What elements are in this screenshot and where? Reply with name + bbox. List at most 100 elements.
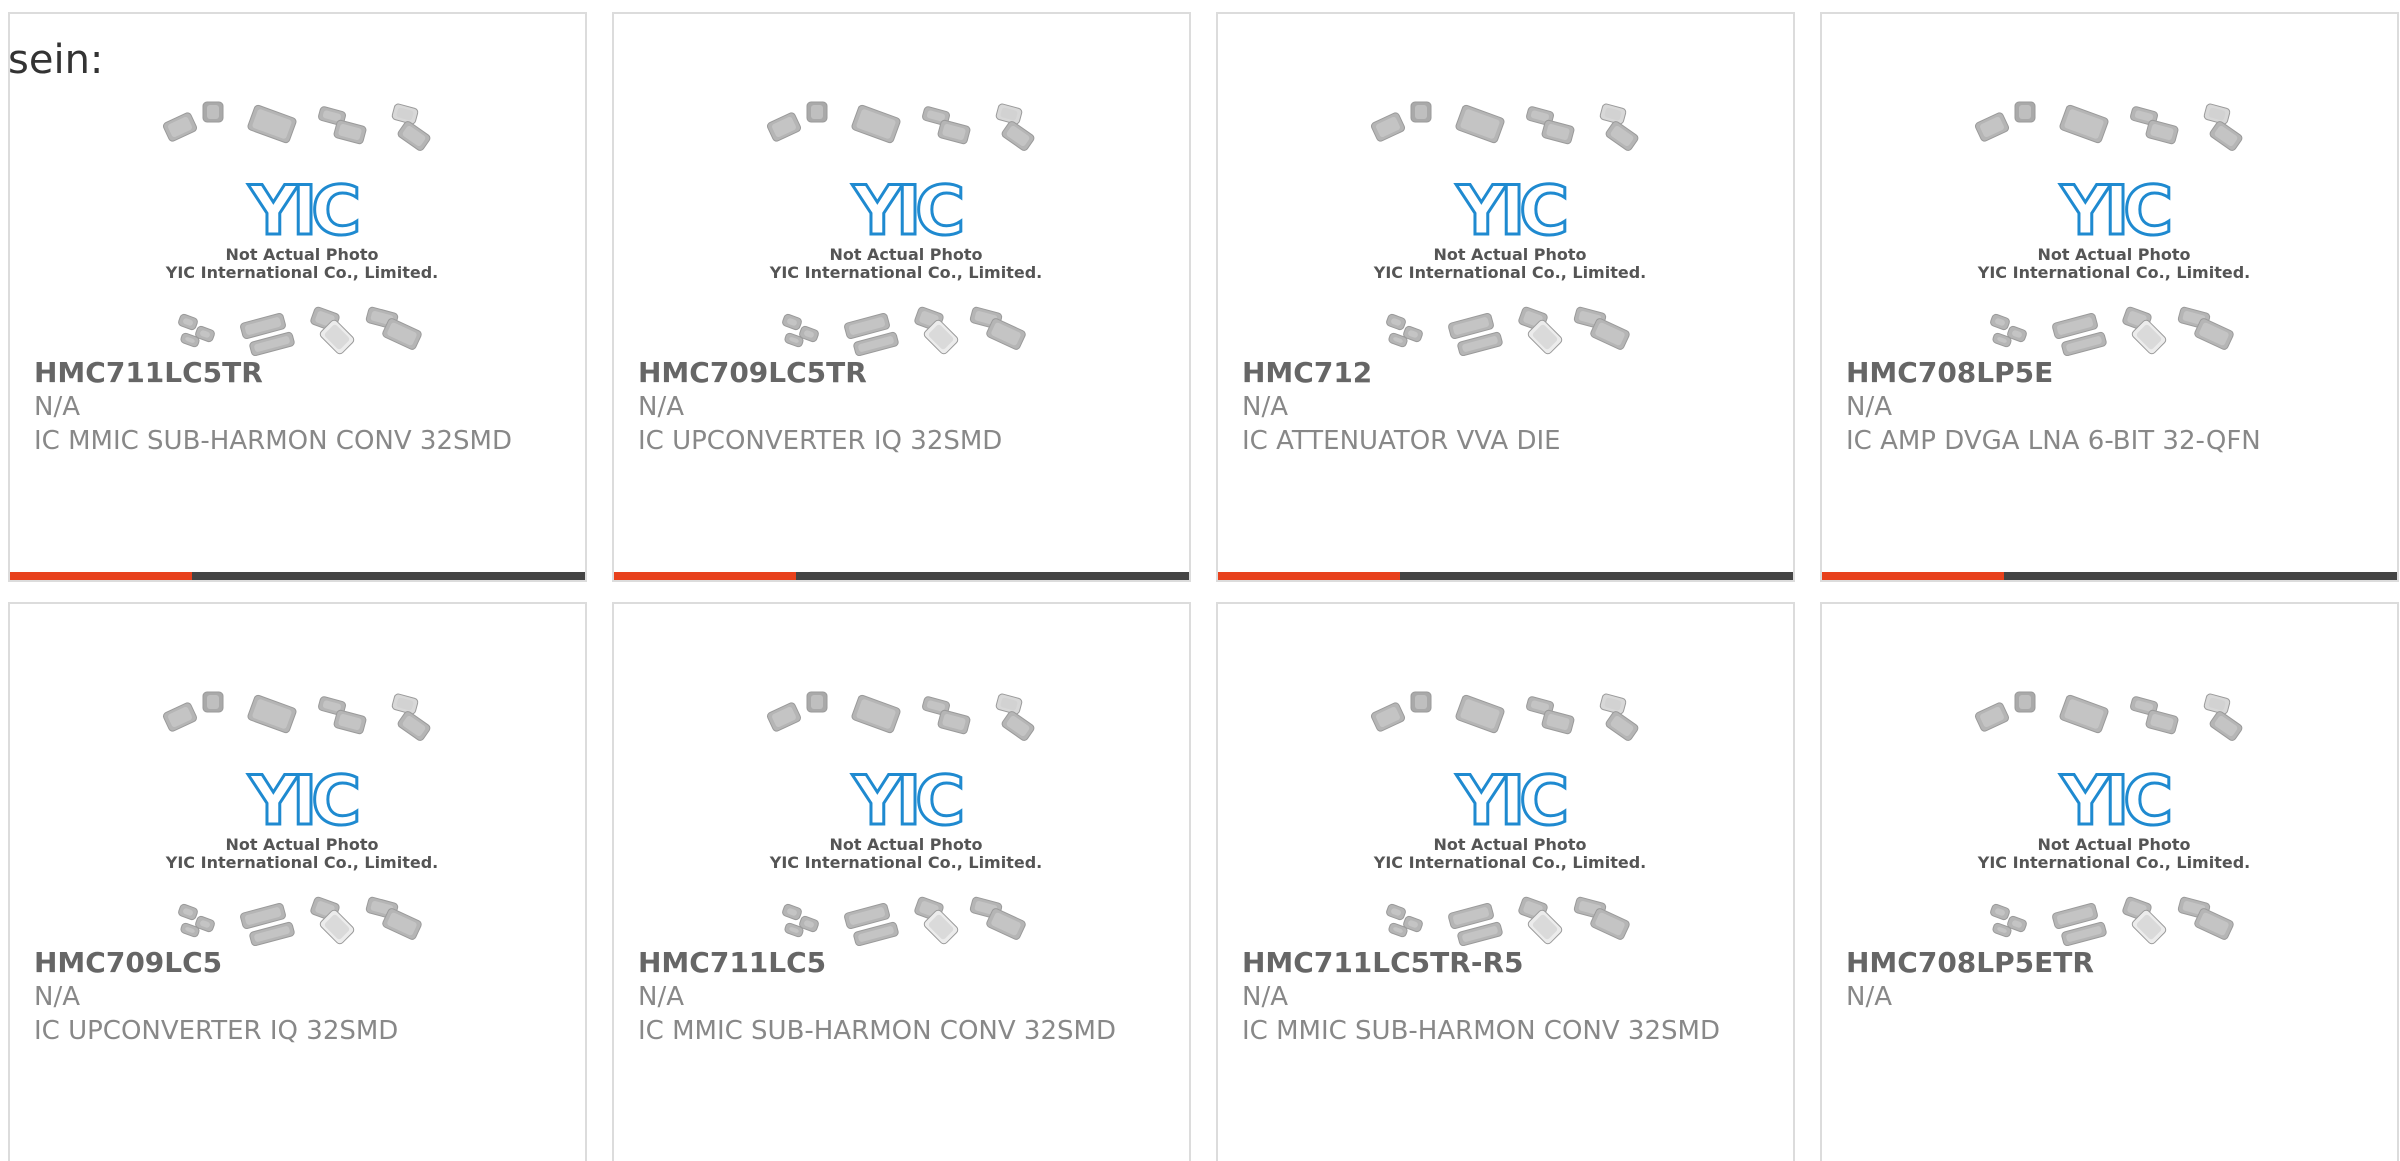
- chip-icon: [806, 691, 828, 713]
- chip-icon: [851, 104, 901, 144]
- part-number[interactable]: HMC708LP5ETR: [1846, 946, 2366, 980]
- part-number[interactable]: HMC708LP5E: [1846, 356, 2366, 390]
- chip-icon: [2194, 318, 2234, 350]
- yic-logo: YIC: [248, 172, 358, 251]
- card-bottom-bar: [614, 572, 1189, 580]
- chip-icon: [986, 908, 1026, 940]
- chip-icon: [2203, 693, 2231, 715]
- yic-logo: YIC: [2060, 762, 2170, 841]
- yic-logo: YIC: [1456, 762, 1566, 841]
- product-card[interactable]: YIC Not Actual Photo YIC International Co.…: [1820, 602, 2399, 1161]
- card-accent-bar: [1218, 572, 1400, 580]
- chip-icon: [1605, 711, 1639, 741]
- chip-icon: [1370, 112, 1406, 142]
- product-card[interactable]: YIC Not Actual Photo YIC International Co.…: [612, 12, 1191, 582]
- card-bottom-bar: [1822, 572, 2397, 580]
- chip-icon: [2145, 709, 2179, 735]
- thumbnail-caption: Not Actual Photo: [1433, 835, 1586, 854]
- product-card[interactable]: YIC Not Actual Photo YIC International Co.…: [1216, 602, 1795, 1161]
- chip-icon: [1455, 104, 1505, 144]
- product-thumbnail: YICNot Actual PhotoYIC International Co.…: [766, 101, 1042, 356]
- chip-icon: [937, 709, 971, 735]
- manufacturer: N/A: [34, 982, 80, 1012]
- card-accent-bar: [10, 572, 192, 580]
- intro-text: sein:: [8, 37, 104, 83]
- product-thumbnail: YICNot Actual PhotoYIC International Co.…: [1370, 101, 1646, 356]
- product-thumbnail: YICNot Actual PhotoYIC International Co.…: [162, 101, 438, 356]
- chip-icon: [937, 119, 971, 145]
- thumbnail-caption: YIC International Co., Limited.: [165, 853, 438, 872]
- chip-icon: [2014, 691, 2036, 713]
- chip-icon: [1001, 711, 1035, 741]
- thumbnail-caption: YIC International Co., Limited.: [1977, 853, 2250, 872]
- chip-icon: [333, 709, 367, 735]
- thumbnail-caption: YIC International Co., Limited.: [1977, 263, 2250, 282]
- part-number[interactable]: HMC709LC5TR: [638, 356, 1158, 390]
- card-bottom-bar: [10, 572, 585, 580]
- chip-icon: [1990, 903, 2010, 921]
- thumbnail-caption: Not Actual Photo: [225, 835, 378, 854]
- chip-icon: [202, 101, 224, 123]
- chip-icon: [178, 313, 198, 331]
- manufacturer: N/A: [1242, 392, 1288, 422]
- product-card[interactable]: YIC Not Actual Photo YIC International Co.…: [8, 602, 587, 1161]
- manufacturer: N/A: [1846, 392, 1892, 422]
- yic-logo: YIC: [1456, 172, 1566, 251]
- chip-icon: [986, 318, 1026, 350]
- thumbnail-caption: Not Actual Photo: [2037, 835, 2190, 854]
- chip-icon: [1386, 313, 1406, 331]
- yic-logo: YIC: [852, 762, 962, 841]
- product-description: IC MMIC SUB-HARMON CONV 32SMD: [638, 1016, 1116, 1046]
- chip-icon: [1410, 691, 1432, 713]
- chip-icon: [1605, 121, 1639, 151]
- chip-icon: [1590, 908, 1630, 940]
- product-description: IC MMIC SUB-HARMON CONV 32SMD: [1242, 1016, 1720, 1046]
- chip-icon: [806, 101, 828, 123]
- manufacturer: N/A: [1242, 982, 1288, 1012]
- product-card[interactable]: YIC Not Actual Photo YIC International Co.…: [1820, 12, 2399, 582]
- product-description: IC MMIC SUB-HARMON CONV 32SMD: [34, 426, 512, 456]
- product-card[interactable]: YIC Not Actual Photo YIC International Co.…: [8, 12, 587, 582]
- chip-icon: [2194, 908, 2234, 940]
- part-number[interactable]: HMC712: [1242, 356, 1762, 390]
- chip-icon: [995, 103, 1023, 125]
- chip-icon: [391, 693, 419, 715]
- thumbnail-caption: Not Actual Photo: [829, 835, 982, 854]
- part-number[interactable]: HMC711LC5: [638, 946, 1158, 980]
- product-info: HMC709LC5 N/A IC UPCONVERTER IQ 32SMD: [34, 946, 554, 1048]
- product-card[interactable]: YIC Not Actual Photo YIC International Co.…: [612, 602, 1191, 1161]
- chip-icon: [1410, 101, 1432, 123]
- yic-logo: YIC: [2060, 172, 2170, 251]
- thumbnail-caption: YIC International Co., Limited.: [1373, 853, 1646, 872]
- chip-icon: [2059, 104, 2109, 144]
- chip-icon: [1455, 694, 1505, 734]
- chip-icon: [851, 694, 901, 734]
- chip-icon: [202, 691, 224, 713]
- part-number[interactable]: HMC709LC5: [34, 946, 554, 980]
- product-thumbnail: YICNot Actual PhotoYIC International Co.…: [162, 691, 438, 946]
- chip-icon: [2209, 711, 2243, 741]
- part-number[interactable]: HMC711LC5TR-R5: [1242, 946, 1762, 980]
- chip-icon: [2059, 694, 2109, 734]
- chip-icon: [1990, 313, 2010, 331]
- thumbnail-caption: Not Actual Photo: [225, 245, 378, 264]
- chip-icon: [247, 104, 297, 144]
- chip-icon: [782, 313, 802, 331]
- chip-icon: [1541, 709, 1575, 735]
- chip-icon: [2014, 101, 2036, 123]
- thumbnail-caption: YIC International Co., Limited.: [769, 263, 1042, 282]
- product-info: HMC708LP5E N/A IC AMP DVGA LNA 6-BIT 32-…: [1846, 356, 2366, 458]
- product-card[interactable]: YIC Not Actual Photo YIC International Co.…: [1216, 12, 1795, 582]
- chip-icon: [247, 694, 297, 734]
- product-info: HMC711LC5 N/A IC MMIC SUB-HARMON CONV 32…: [638, 946, 1158, 1048]
- product-info: HMC708LP5ETR N/A: [1846, 946, 2366, 1014]
- product-info: HMC711LC5TR-R5 N/A IC MMIC SUB-HARMON CO…: [1242, 946, 1762, 1048]
- product-description: IC ATTENUATOR VVA DIE: [1242, 426, 1561, 456]
- chip-icon: [397, 121, 431, 151]
- chip-icon: [1974, 112, 2010, 142]
- card-bottom-bar: [1218, 572, 1793, 580]
- product-thumbnail: YICNot Actual PhotoYIC International Co.…: [1974, 101, 2250, 356]
- part-number[interactable]: HMC711LC5TR: [34, 356, 554, 390]
- chip-icon: [391, 103, 419, 125]
- yic-logo: YIC: [852, 172, 962, 251]
